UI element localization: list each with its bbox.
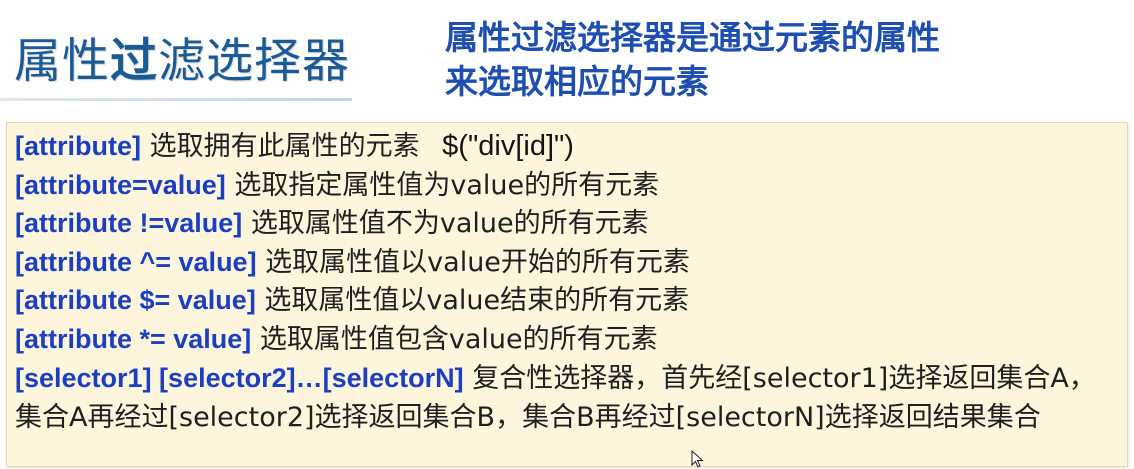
selector-row: [attribute] 选取拥有此属性的元素 $("div[id]") [15,127,1121,166]
page-title: 属性过滤选择器 [14,22,350,91]
page-subtitle: 属性过滤选择器是通过元素的属性 来选取相应的元素 [445,16,940,104]
page-title-part2: 过 [110,34,158,89]
selector-description: 选取属性值不为value的所有元素 [250,208,649,240]
selector-row: [attribute !=value] 选取属性值不为value的所有元素 [15,204,1121,243]
composite-selector-paragraph: [selector1] [selector2]…[selectorN] 复合性选… [15,359,1115,437]
mouse-pointer-icon [691,450,704,468]
selector-row: [attribute *= value] 选取属性值包含value的所有元素 [15,320,1121,359]
selector-syntax: [attribute] [15,131,141,161]
selector-row: [attribute $= value] 选取属性值以value结束的所有元素 [15,281,1121,320]
selector-description: 选取属性值包含value的所有元素 [259,323,658,355]
composite-selector-syntax: [selector1] [selector2]…[selectorN] [15,363,464,393]
selector-syntax: [attribute $= value] [15,285,256,316]
selector-list-box: [attribute] 选取拥有此属性的元素 $("div[id]") [att… [6,122,1128,467]
selector-description: 选取指定属性值为value的所有元素 [234,169,660,201]
selector-description: 选取属性值以value开始的所有元素 [265,246,690,278]
subtitle-line-1: 属性过滤选择器是通过元素的属性 [445,18,940,57]
selector-syntax: [attribute=value] [15,169,226,200]
selector-syntax: [attribute !=value] [15,208,243,239]
page-title-part1: 属性 [14,34,110,89]
subtitle-line-2: 来选取相应的元素 [445,62,709,101]
selector-row: [attribute=value] 选取指定属性值为value的所有元素 [15,166,1121,205]
title-underline [0,98,352,101]
selector-description: 选取拥有此属性的元素 [149,131,420,162]
selector-syntax: [attribute ^= value] [15,246,257,277]
page-title-part3: 滤选择器 [158,34,350,89]
selector-rows: [attribute] 选取拥有此属性的元素 $("div[id]") [att… [15,127,1121,359]
selector-syntax: [attribute *= value] [15,323,252,354]
selector-description: 选取属性值以value结束的所有元素 [264,285,690,317]
slide-header: 属性过滤选择器 属性过滤选择器是通过元素的属性 来选取相应的元素 [0,0,1134,118]
selector-row: [attribute ^= value] 选取属性值以value开始的所有元素 [15,243,1121,282]
selector-example-code: $("div[id]") [442,130,574,162]
